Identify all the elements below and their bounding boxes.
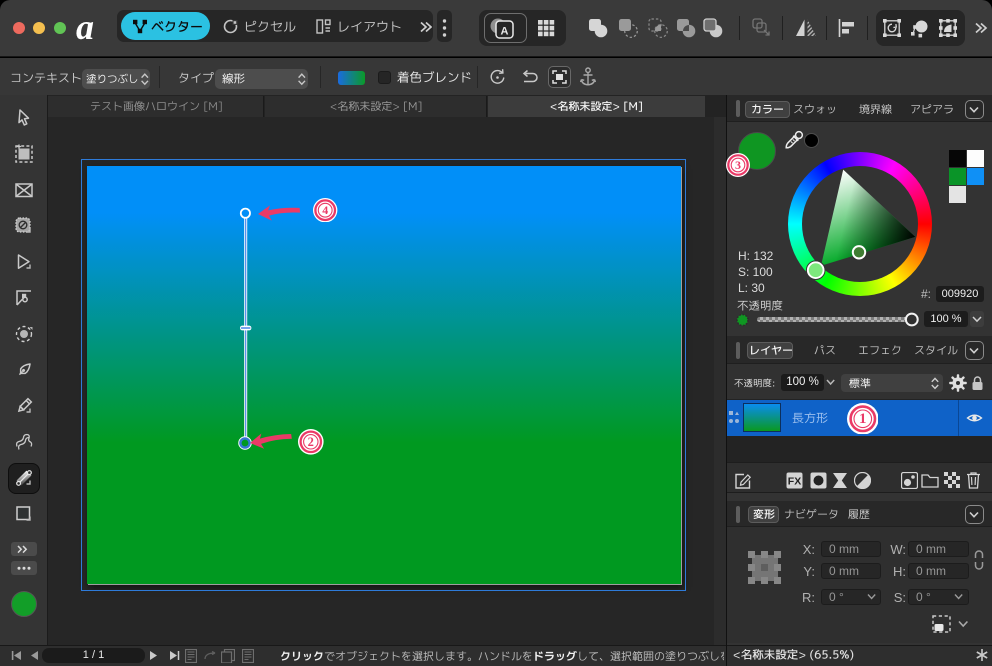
svg-text:2: 2 [308, 435, 314, 449]
svg-text:FX: FX [788, 476, 801, 488]
svg-text:A: A [501, 26, 509, 38]
svg-text:3: 3 [735, 158, 741, 172]
svg-text:1: 1 [859, 410, 867, 426]
svg-text:4: 4 [322, 203, 328, 217]
